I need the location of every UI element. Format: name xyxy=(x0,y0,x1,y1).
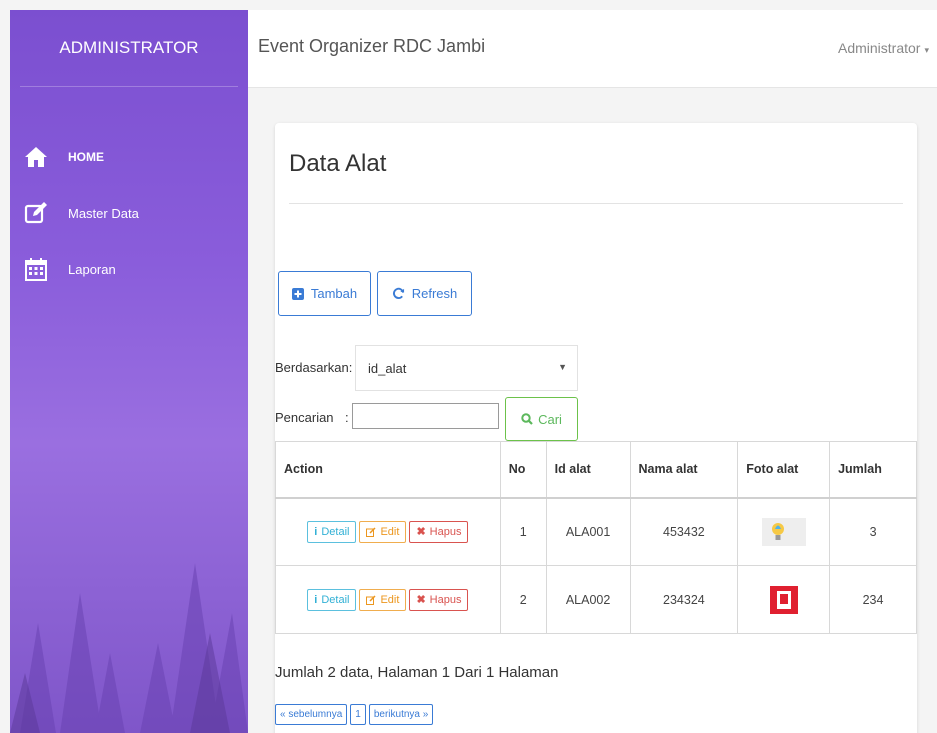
tambah-button[interactable]: Tambah xyxy=(278,271,371,316)
foto-cell xyxy=(737,497,831,566)
filter-select-value: id_alat xyxy=(368,360,407,376)
lightbulb-photo[interactable] xyxy=(761,517,806,546)
info-icon: i xyxy=(314,593,318,606)
filter-label: Berdasarkan: xyxy=(275,360,353,375)
column-header: Nama alat xyxy=(629,441,739,499)
data-table: Action No Id alat Nama alat Foto alat Ju… xyxy=(275,441,917,634)
dropdown-arrow-icon: ▼ xyxy=(558,362,567,372)
sidebar-item-label: Master Data xyxy=(68,205,139,221)
prev-page-button[interactable]: « sebelumnya xyxy=(275,704,348,725)
home-icon xyxy=(25,147,47,167)
action-cell: i Detail Edit ✖ Hapus xyxy=(275,497,501,566)
info-icon: i xyxy=(314,525,318,538)
column-header: Id alat xyxy=(545,441,631,499)
jumlah-cell: 3 xyxy=(829,497,917,566)
page-title: Data Alat xyxy=(289,150,387,177)
edit-button[interactable]: Edit xyxy=(359,588,407,611)
sidebar-item-label: HOME xyxy=(68,150,104,164)
sidebar-nav: HOME Master Data Laporan xyxy=(10,129,248,297)
forest-background-image xyxy=(10,563,248,733)
plus-square-icon xyxy=(291,287,304,300)
user-name: Administrator xyxy=(838,40,921,56)
sidebar-item-master-data[interactable]: Master Data xyxy=(10,185,248,241)
pagination: « sebelumnya 1 berikutnya » xyxy=(275,704,434,725)
calendar-icon xyxy=(25,258,47,281)
close-icon: ✖ xyxy=(416,594,426,606)
edit-icon xyxy=(24,202,47,224)
edit-icon xyxy=(366,527,376,537)
content-card: Data Alat Tambah Refresh Berdasarkan: id… xyxy=(275,123,917,733)
edit-label: Edit xyxy=(380,593,400,606)
detail-button[interactable]: i Detail xyxy=(307,520,357,543)
hapus-label: Hapus xyxy=(429,525,462,538)
no-cell: 1 xyxy=(499,497,547,566)
hapus-label: Hapus xyxy=(429,593,462,606)
nama-cell: 234324 xyxy=(629,565,739,634)
refresh-button[interactable]: Refresh xyxy=(377,271,472,316)
column-header: Foto alat xyxy=(737,441,831,499)
table-row: i Detail Edit ✖ Hapus 2 ALA002 234324 234 xyxy=(275,565,917,634)
sidebar-item-label: Laporan xyxy=(68,261,116,277)
refresh-icon xyxy=(392,287,404,299)
column-header: Jumlah xyxy=(829,441,917,499)
search-input[interactable] xyxy=(352,403,499,429)
detail-label: Detail xyxy=(321,593,350,606)
search-icon xyxy=(521,413,533,425)
table-header-row: Action No Id alat Nama alat Foto alat Ju… xyxy=(275,441,917,499)
foto-cell xyxy=(737,565,831,634)
edit-label: Edit xyxy=(380,525,400,538)
user-menu[interactable]: Administrator ▾ xyxy=(838,40,929,56)
edit-button[interactable]: Edit xyxy=(359,520,407,543)
detail-label: Detail xyxy=(321,525,350,538)
column-header: No xyxy=(499,441,547,499)
sidebar: ADMINISTRATOR HOME Master Data Laporan xyxy=(10,10,248,733)
id-cell: ALA001 xyxy=(545,497,631,566)
id-cell: ALA002 xyxy=(545,565,631,634)
filter-select[interactable]: id_alat ▼ xyxy=(355,345,578,391)
next-page-button[interactable]: berikutnya » xyxy=(368,704,434,725)
sidebar-item-laporan[interactable]: Laporan xyxy=(10,241,248,297)
column-header: Action xyxy=(275,441,501,499)
jumlah-cell: 234 xyxy=(829,565,917,634)
page-1-button[interactable]: 1 xyxy=(350,704,366,725)
nama-cell: 453432 xyxy=(629,497,739,566)
hapus-button[interactable]: ✖ Hapus xyxy=(409,588,469,611)
cari-label: Cari xyxy=(538,411,562,427)
red-device-photo[interactable] xyxy=(762,585,806,614)
sidebar-brand[interactable]: ADMINISTRATOR xyxy=(20,10,238,87)
close-icon: ✖ xyxy=(416,526,426,539)
edit-icon xyxy=(366,594,376,605)
cari-button[interactable]: Cari xyxy=(505,397,578,441)
table-row: i Detail Edit ✖ Hapus 1 ALA001 453432 3 xyxy=(275,497,917,566)
action-cell: i Detail Edit ✖ Hapus xyxy=(275,565,501,634)
chevron-down-icon: ▾ xyxy=(924,45,929,55)
search-label: Pencarian xyxy=(275,410,334,425)
pagination-summary: Jumlah 2 data, Halaman 1 Dari 1 Halaman xyxy=(275,664,559,681)
refresh-label: Refresh xyxy=(411,286,458,301)
top-navbar: Event Organizer RDC Jambi Administrator ▾ xyxy=(248,10,937,88)
no-cell: 2 xyxy=(499,565,547,634)
search-colon: : xyxy=(345,410,349,425)
sidebar-item-home[interactable]: HOME xyxy=(10,129,248,185)
tambah-label: Tambah xyxy=(310,286,358,301)
detail-button[interactable]: i Detail xyxy=(307,588,357,611)
app-title[interactable]: Event Organizer RDC Jambi xyxy=(258,36,485,57)
hapus-button[interactable]: ✖ Hapus xyxy=(409,520,469,543)
divider xyxy=(289,203,903,204)
